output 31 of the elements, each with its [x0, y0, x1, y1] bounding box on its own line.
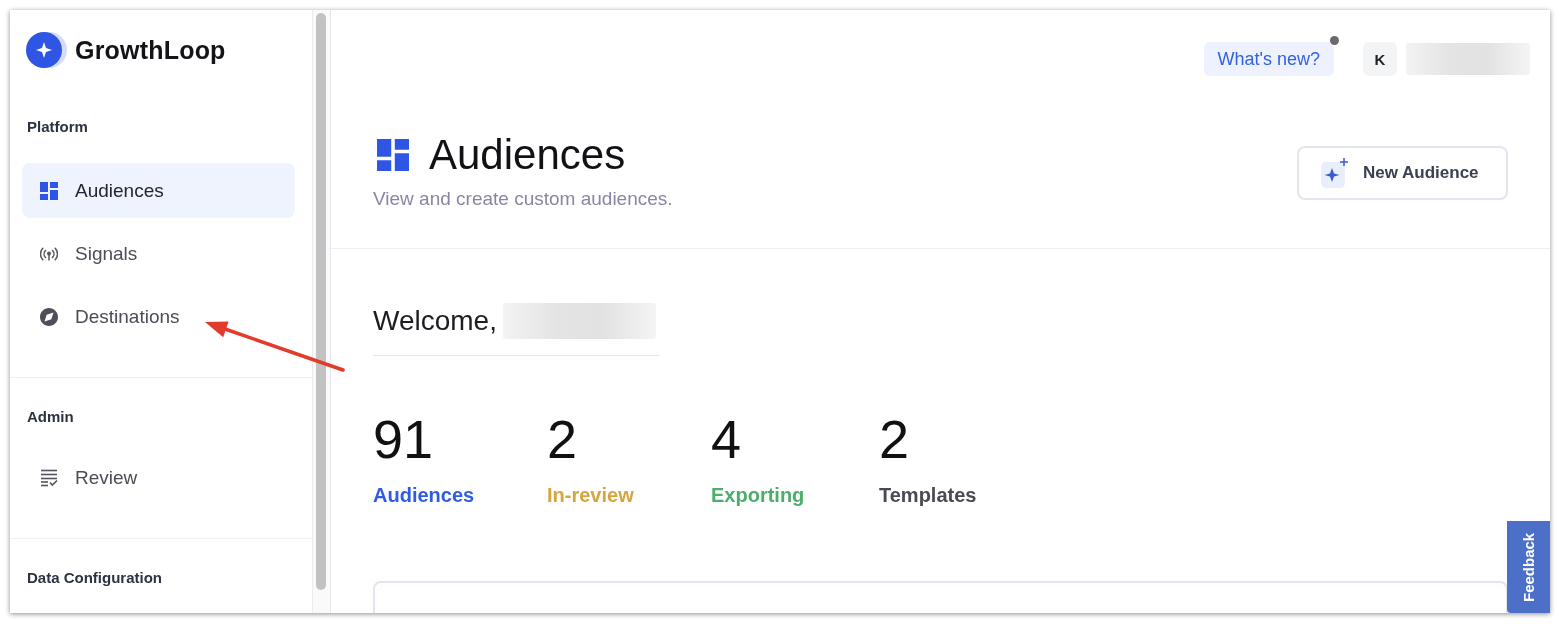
grid-icon — [377, 139, 409, 171]
section-title: Data Configuration — [26, 568, 163, 588]
checklist-icon — [40, 468, 58, 487]
stat-count: 91 — [373, 409, 434, 469]
section-title: Admin — [26, 407, 75, 427]
scrollbar-thumb[interactable] — [316, 13, 326, 590]
stat-count: 4 — [711, 409, 742, 469]
stat-count: 2 — [547, 409, 578, 469]
stat-count: 2 — [879, 409, 910, 469]
page-subtitle: View and create custom audiences. — [373, 187, 673, 211]
stat-label: In-review — [547, 483, 634, 507]
new-audience-button[interactable]: New Audience — [1297, 146, 1508, 200]
sparkle-icon — [1321, 158, 1349, 188]
user-avatar[interactable]: K — [1363, 42, 1397, 76]
section-title: Platform — [26, 117, 89, 137]
stat-label: Audiences — [373, 483, 475, 507]
logo-icon — [24, 30, 68, 70]
stat-label: Exporting — [711, 483, 805, 507]
page-title: Audiences — [429, 133, 626, 177]
nav-item[interactable]: Destinations — [22, 289, 295, 344]
broadcast-icon — [40, 246, 58, 261]
nav-item[interactable]: Signals — [22, 226, 295, 281]
feedback-tab[interactable]: Feedback — [1507, 521, 1550, 613]
nav-item[interactable]: Review — [22, 450, 295, 505]
welcome-text: Welcome, — [373, 305, 497, 337]
brand-name: GrowthLoop — [75, 35, 226, 65]
whats-new-button[interactable]: What's new? — [1203, 42, 1334, 76]
nav-item[interactable]: Audiences — [22, 163, 295, 218]
grid-icon — [40, 181, 58, 200]
stat-label: Templates — [879, 483, 977, 507]
compass-icon — [40, 307, 58, 326]
